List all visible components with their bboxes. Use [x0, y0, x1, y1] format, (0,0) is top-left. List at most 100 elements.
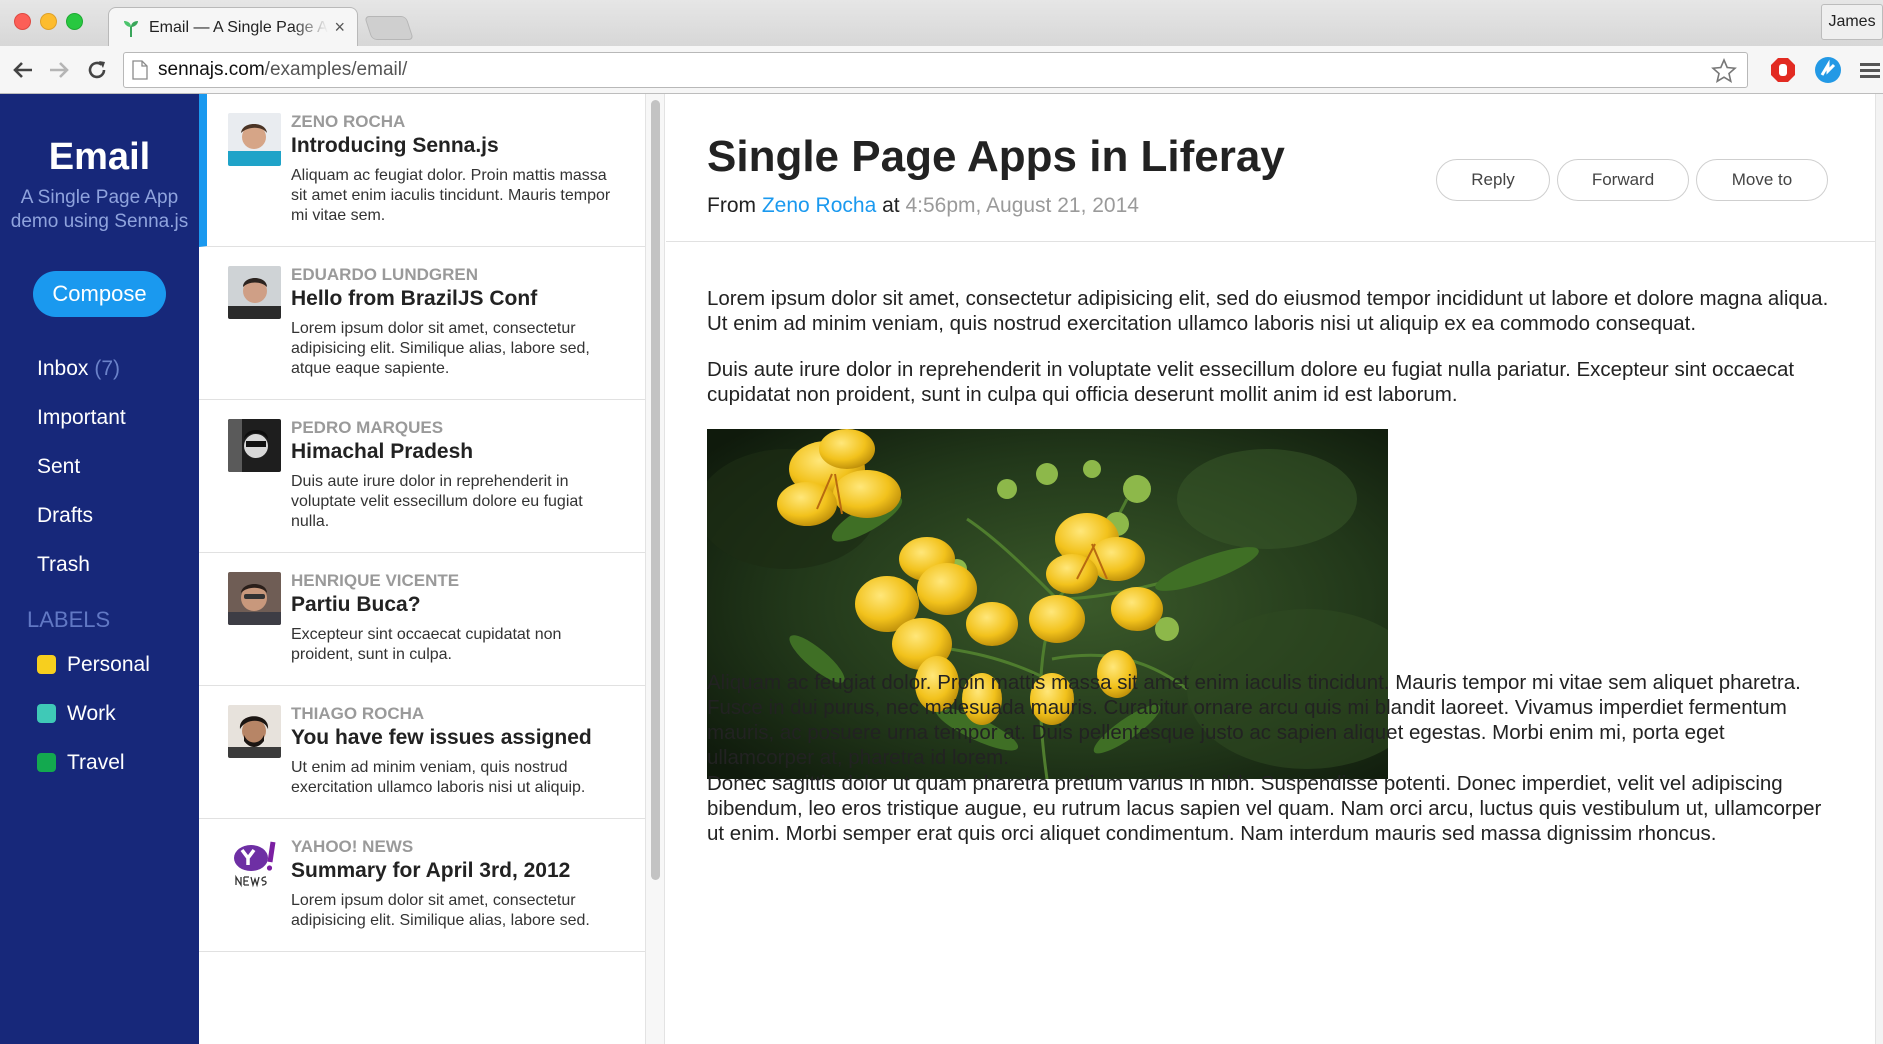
- scrollbar-thumb[interactable]: [651, 100, 660, 880]
- back-icon[interactable]: [9, 56, 37, 84]
- message-item[interactable]: Zeno Rocha Introducing Senna.js Aliquam …: [199, 94, 645, 247]
- label-name: Travel: [67, 750, 125, 774]
- avatar: [228, 705, 281, 758]
- forward-button[interactable]: Forward: [1557, 159, 1689, 201]
- profile-button[interactable]: James: [1821, 4, 1883, 40]
- bookmark-star-icon[interactable]: [1711, 58, 1737, 84]
- zoom-window-button[interactable]: [66, 13, 83, 30]
- nav-item-trash[interactable]: Trash: [37, 540, 126, 589]
- message-snippet: Excepteur sint occaecat cupidatat non pr…: [291, 626, 562, 663]
- browser-tab[interactable]: Email — A Single Page App demo using Sen…: [108, 7, 358, 47]
- message-snippet: Duis aute irure dolor in reprehenderit i…: [291, 473, 583, 530]
- message-title: Single Page Apps in Liferay: [707, 132, 1285, 181]
- brand-title: Email: [48, 136, 151, 178]
- adblock-icon[interactable]: [1769, 56, 1797, 84]
- label-color-swatch: [37, 655, 56, 674]
- tab-title: Email — A Single Page App demo using Sen…: [149, 18, 328, 36]
- message-subject: Summary for April 3rd, 2012: [291, 859, 571, 882]
- message-sender: Henrique Vicente: [291, 571, 460, 590]
- brand-subtitle: A Single Page App demo using Senna.js: [0, 186, 199, 234]
- compose-button[interactable]: Compose: [33, 271, 166, 317]
- avatar: [228, 419, 281, 472]
- move-to-button[interactable]: Move to: [1696, 159, 1828, 201]
- body-paragraph: Duis aute irure dolor in reprehenderit i…: [707, 358, 1795, 406]
- folder-nav: Inbox (7) Important Sent Drafts Trash: [37, 344, 126, 589]
- url-host: sennajs.com: [158, 59, 265, 80]
- message-snippet: Aliquam ac feugiat dolor. Proin mattis m…: [291, 167, 611, 224]
- senna-favicon-icon: [124, 20, 138, 37]
- reload-icon[interactable]: [83, 56, 111, 84]
- message-sender: Thiago Rocha: [291, 704, 425, 723]
- label-color-swatch: [37, 704, 56, 723]
- message-item[interactable]: Eduardo Lundgren Hello from BrazilJS Con…: [199, 247, 645, 400]
- nav-item-label: Trash: [37, 552, 90, 576]
- message-item[interactable]: Thiago Rocha You have few issues assigne…: [199, 686, 645, 819]
- avatar: [228, 572, 281, 625]
- body-paragraph: Aliquam ac feugiat dolor. Proin mattis m…: [707, 671, 1801, 769]
- body-paragraph: Donec sagittis dolor ut quam pharetra pr…: [707, 772, 1822, 845]
- message-item[interactable]: Pedro Marques Himachal Pradesh Duis aute…: [199, 400, 645, 553]
- unread-count: (7): [94, 356, 121, 380]
- label-color-swatch: [37, 753, 56, 772]
- email-app: Email A Single Page App demo using Senna…: [0, 94, 1883, 1044]
- message-sender: Zeno Rocha: [291, 112, 406, 131]
- message-snippet: Ut enim ad minim veniam, quis nostrud ex…: [291, 759, 586, 796]
- message-subject: Introducing Senna.js: [291, 134, 499, 157]
- message-date: 4:56pm, August 21, 2014: [905, 194, 1139, 217]
- message-actions: Reply Forward Move to: [1429, 159, 1828, 201]
- brand-subtitle-line1: A Single Page App: [20, 187, 179, 208]
- menu-icon[interactable]: [1856, 56, 1883, 84]
- nav-item-drafts[interactable]: Drafts: [37, 491, 126, 540]
- message-sender: Eduardo Lundgren: [291, 265, 478, 284]
- label-list: Personal Work Travel: [37, 640, 150, 787]
- label-name: Work: [67, 701, 116, 725]
- nav-item-important[interactable]: Important: [37, 393, 126, 442]
- url-path: /examples/email/: [264, 59, 408, 80]
- browser-toolbar: sennajs.com/examples/email/: [0, 46, 1883, 94]
- from-prefix: From: [707, 194, 756, 217]
- minimize-window-button[interactable]: [40, 13, 57, 30]
- nav-item-sent[interactable]: Sent: [37, 442, 126, 491]
- new-tab-button[interactable]: [364, 16, 414, 40]
- body-paragraph: Lorem ipsum dolor sit amet, consectetur …: [707, 287, 1829, 335]
- labels-heading: LABELS: [27, 607, 111, 632]
- avatar: [228, 113, 281, 166]
- message-sender: Pedro Marques: [291, 418, 444, 437]
- label-name: Personal: [67, 652, 150, 676]
- page-scrollbar[interactable]: [1875, 94, 1883, 1044]
- message-snippet: Lorem ipsum dolor sit amet, consectetur …: [291, 320, 590, 377]
- yahoo-news-logo-icon: [228, 838, 281, 891]
- close-window-button[interactable]: [14, 13, 31, 30]
- tab-close-icon[interactable]: ×: [334, 17, 345, 38]
- browser-tabstrip: Email — A Single Page App demo using Sen…: [0, 0, 1883, 47]
- message-snippet: Lorem ipsum dolor sit amet, consectetur …: [291, 892, 590, 929]
- reply-button[interactable]: Reply: [1436, 159, 1550, 201]
- sender-link[interactable]: Zeno Rocha: [762, 194, 876, 217]
- label-item-travel[interactable]: Travel: [37, 738, 150, 787]
- message-sender: Yahoo! News: [291, 837, 414, 856]
- label-item-personal[interactable]: Personal: [37, 640, 150, 689]
- avatar: [228, 266, 281, 319]
- message-subject: You have few issues assigned: [291, 726, 592, 749]
- message-list-scrollbar[interactable]: [645, 94, 665, 1044]
- forward-icon[interactable]: [45, 56, 73, 84]
- message-subject: Himachal Pradesh: [291, 440, 474, 463]
- message-reader: Single Page Apps in Liferay From Zeno Ro…: [666, 94, 1875, 1044]
- at-word: at: [882, 194, 900, 217]
- sidebar: Email A Single Page App demo using Senna…: [0, 94, 199, 1044]
- message-list: Zeno Rocha Introducing Senna.js Aliquam …: [199, 94, 645, 1044]
- header-divider: [666, 241, 1875, 242]
- brand-subtitle-line2: demo using Senna.js: [10, 211, 189, 232]
- nav-item-label: Inbox: [37, 356, 89, 380]
- nav-item-inbox[interactable]: Inbox (7): [37, 344, 126, 393]
- message-subject: Partiu Buca?: [291, 593, 421, 616]
- message-meta: From Zeno Rocha at 4:56pm, August 21, 20…: [707, 194, 1139, 218]
- nav-item-label: Drafts: [37, 503, 94, 527]
- message-item[interactable]: Henrique Vicente Partiu Buca? Excepteur …: [199, 553, 645, 686]
- message-item[interactable]: Yahoo! News Summary for April 3rd, 2012 …: [199, 819, 645, 952]
- address-bar[interactable]: sennajs.com/examples/email/: [123, 52, 1748, 88]
- nav-item-label: Important: [37, 405, 126, 429]
- label-item-work[interactable]: Work: [37, 689, 150, 738]
- extension-icon[interactable]: [1814, 56, 1842, 84]
- message-subject: Hello from BrazilJS Conf: [291, 287, 538, 310]
